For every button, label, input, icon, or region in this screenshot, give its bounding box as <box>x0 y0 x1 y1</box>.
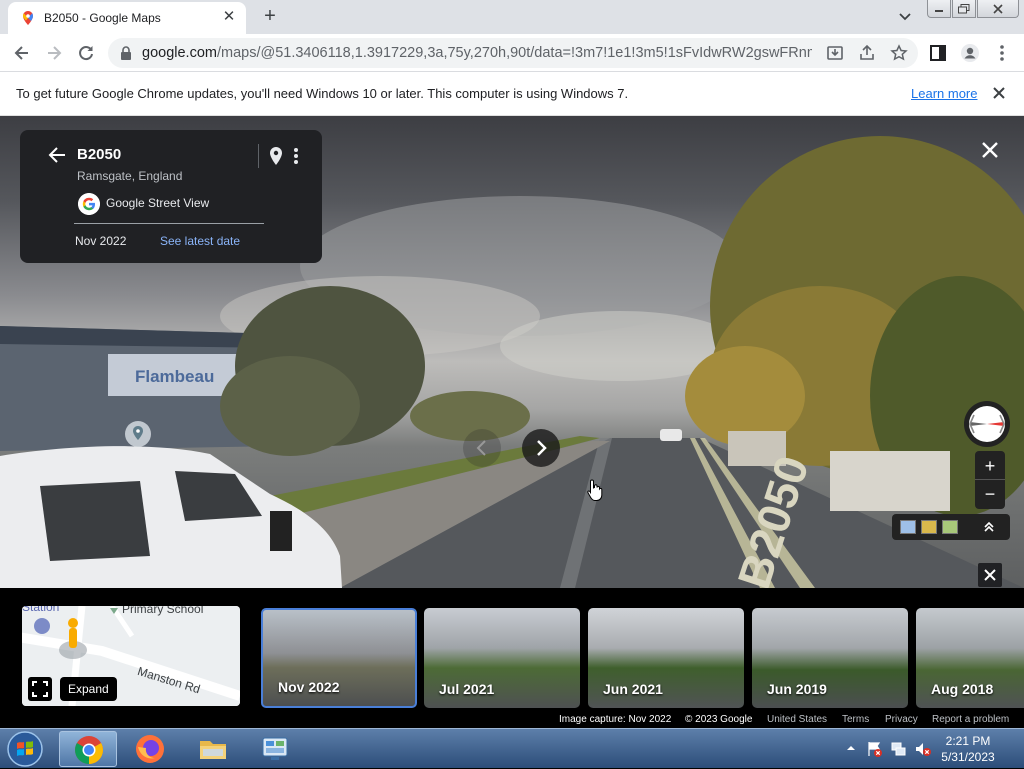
hand-cursor-icon <box>587 479 603 501</box>
install-app-icon[interactable] <box>826 44 844 62</box>
timeline-thumbnail-jun-2021[interactable]: Jun 2021 <box>588 608 744 708</box>
side-panel-icon[interactable] <box>928 43 948 63</box>
thumbnail-date-label: Aug 2018 <box>931 681 994 697</box>
firefox-icon <box>136 735 164 763</box>
compass-icon <box>969 406 1005 442</box>
capture-date: Nov 2022 <box>75 234 127 248</box>
card-divider <box>258 144 259 168</box>
image-capture-text: Image capture: Nov 2022 <box>559 714 672 725</box>
learn-more-link[interactable]: Learn more <box>911 86 977 101</box>
back-arrow-icon[interactable] <box>46 144 68 166</box>
chrome-menu-icon[interactable] <box>992 43 1012 63</box>
window-restore-button[interactable] <box>952 0 976 18</box>
url-host: google.com <box>142 45 217 61</box>
street-view-place-pin-icon[interactable] <box>123 421 153 449</box>
chrome-icon <box>75 736 103 764</box>
expand-chevrons-icon[interactable] <box>982 520 996 534</box>
mini-map-image <box>22 606 240 706</box>
location-pin-icon[interactable] <box>268 146 284 166</box>
infobar-message: To get future Google Chrome updates, you… <box>16 86 629 101</box>
attribution-bar: Image capture: Nov 2022 © 2023 Google Un… <box>0 714 1024 728</box>
clock-date: 5/31/2023 <box>941 750 995 764</box>
clock-time: 2:21 PM <box>945 734 991 748</box>
taskbar-control-panel[interactable] <box>246 731 304 767</box>
browser-toolbar: google.com/maps/@51.3406118,1.3917229,3a… <box>0 34 1024 72</box>
close-street-view-icon[interactable] <box>978 138 1002 162</box>
lock-icon[interactable] <box>120 46 132 60</box>
card-divider-horizontal <box>74 223 264 224</box>
network-icon[interactable] <box>890 740 908 758</box>
map-label-station: Station <box>22 606 60 614</box>
road-name: B2050 <box>77 146 122 163</box>
thumbnail-date-label: Jul 2021 <box>439 681 495 697</box>
navigate-back-arrow-button[interactable] <box>463 429 501 467</box>
url-text[interactable]: google.com/maps/@51.3406118,1.3917229,3a… <box>142 45 812 61</box>
close-timeline-button[interactable] <box>978 563 1002 587</box>
mini-map[interactable]: Station Primary School Manston Rd <box>22 606 240 706</box>
layer-thumb-map-icon[interactable] <box>942 520 958 534</box>
zoom-out-button[interactable]: − <box>975 479 1005 507</box>
place-name: Ramsgate, England <box>77 169 183 183</box>
compass-button[interactable] <box>964 401 1010 447</box>
thumbnail-date-label: Jun 2021 <box>603 681 663 697</box>
url-path: /maps/@51.3406118,1.3917229,3a,75y,270h,… <box>216 45 812 61</box>
taskbar-firefox[interactable] <box>121 731 179 767</box>
see-latest-date-link[interactable]: See latest date <box>160 234 240 248</box>
location-info-card: B2050 Ramsgate, England Google Street Vi… <box>20 130 322 263</box>
timeline-thumbnail-jul-2021[interactable]: Jul 2021 <box>424 608 580 708</box>
action-center-flag-icon[interactable] <box>866 740 884 758</box>
street-view-label: Google Street View <box>106 196 210 210</box>
windows-start-button[interactable] <box>5 730 45 768</box>
forward-arrow-icon[interactable] <box>44 43 64 63</box>
tab-title: B2050 - Google Maps <box>44 11 161 25</box>
copyright-text: © 2023 Google <box>685 714 753 725</box>
more-options-icon[interactable] <box>290 146 302 166</box>
zoom-in-button[interactable]: + <box>975 452 1005 480</box>
timeline-thumbnail-jun-2019[interactable]: Jun 2019 <box>752 608 908 708</box>
thumbnail-date-label: Nov 2022 <box>278 679 340 695</box>
region-link[interactable]: United States <box>767 714 827 725</box>
window-close-button[interactable] <box>977 0 1019 18</box>
new-tab-button[interactable]: + <box>258 5 282 29</box>
tab-google-maps[interactable]: B2050 - Google Maps ✕ <box>8 2 246 34</box>
taskbar-clock[interactable]: 2:21 PM 5/31/2023 <box>928 733 1008 765</box>
navigate-forward-arrow-button[interactable] <box>522 429 560 467</box>
pegman-icon[interactable] <box>56 616 90 660</box>
layer-thumb-terrain-icon[interactable] <box>921 520 937 534</box>
google-logo-icon <box>78 193 100 215</box>
taskbar-file-explorer[interactable] <box>184 731 242 767</box>
layer-thumb-satellite-icon[interactable] <box>900 520 916 534</box>
share-icon[interactable] <box>858 44 876 62</box>
window-minimize-button[interactable] <box>927 0 951 18</box>
taskbar-chrome[interactable] <box>59 731 117 767</box>
infobar-close-icon[interactable] <box>990 84 1008 102</box>
control-panel-icon <box>262 737 288 760</box>
timeline-thumbnail-nov-2022[interactable]: Nov 2022 <box>261 608 417 708</box>
svg-text:Flambeau: Flambeau <box>135 367 214 386</box>
tab-strip: B2050 - Google Maps ✕ + <box>0 0 1024 34</box>
show-hidden-icons-icon[interactable] <box>846 743 856 753</box>
reload-icon[interactable] <box>76 43 96 63</box>
zoom-control: + − <box>975 451 1005 509</box>
timeline-thumbnail-aug-2018[interactable]: Aug 2018 <box>916 608 1024 708</box>
map-label-school: Primary School <box>122 606 204 616</box>
tab-search-chevron-icon[interactable] <box>896 7 914 25</box>
expand-map-icon[interactable] <box>28 677 52 701</box>
expand-tooltip: Expand <box>60 677 117 701</box>
folder-icon <box>200 741 226 759</box>
bookmark-star-icon[interactable] <box>890 44 908 62</box>
profile-avatar-icon[interactable] <box>960 43 980 63</box>
close-icon <box>984 569 996 581</box>
layer-switcher[interactable] <box>892 514 1010 540</box>
address-bar[interactable]: google.com/maps/@51.3406118,1.3917229,3a… <box>108 38 918 68</box>
terms-link[interactable]: Terms <box>842 714 869 725</box>
back-arrow-icon[interactable] <box>12 43 32 63</box>
google-maps-favicon-icon <box>23 11 33 25</box>
thumbnail-date-label: Jun 2019 <box>767 681 827 697</box>
update-infobar: To get future Google Chrome updates, you… <box>0 72 1024 116</box>
privacy-link[interactable]: Privacy <box>885 714 918 725</box>
report-problem-link[interactable]: Report a problem <box>932 714 1009 725</box>
tab-close-icon[interactable]: ✕ <box>220 8 238 26</box>
windows-taskbar: 2:21 PM 5/31/2023 <box>0 728 1024 768</box>
